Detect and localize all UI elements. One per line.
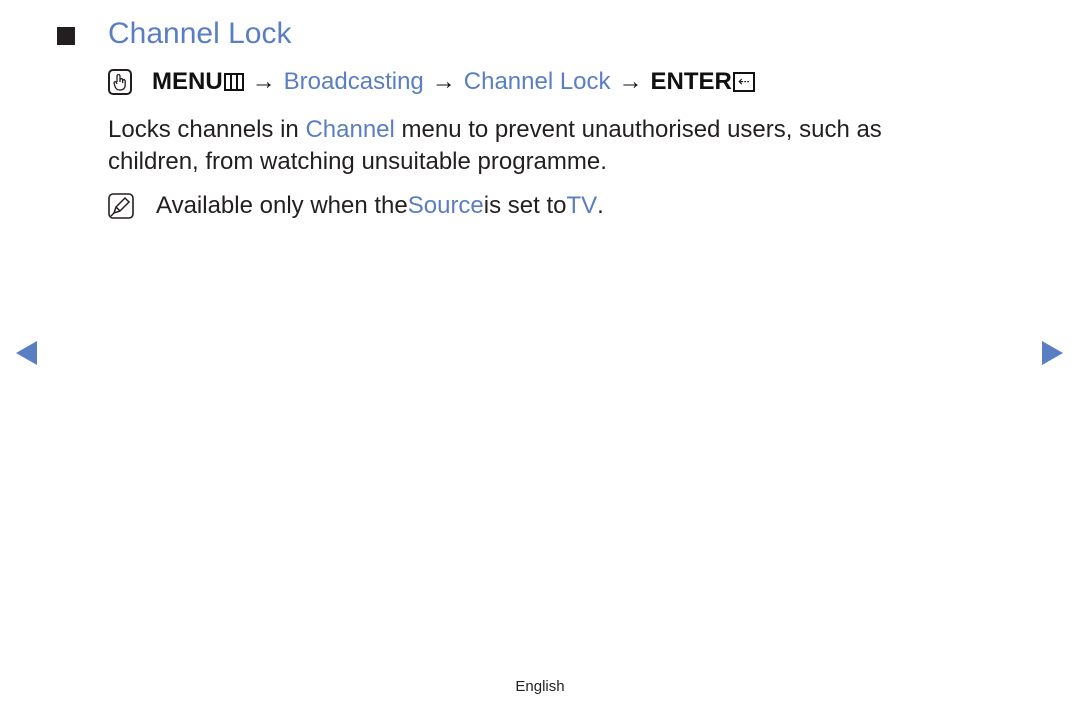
note-pencil-icon (108, 193, 134, 219)
menu-path-broadcasting: Broadcasting (283, 68, 424, 95)
path-arrow: → (618, 68, 643, 95)
note-text: . (597, 192, 604, 219)
note: Available only when the Source is set to… (108, 190, 604, 222)
menu-path: MENU → Broadcasting → Channel Lock → ENT… (108, 66, 755, 98)
menu-path-menu: MENU (152, 68, 223, 95)
source-term: Source (407, 192, 484, 219)
menu-path-enter: ENTER (650, 68, 732, 95)
description-part: Locks channels in (108, 116, 306, 143)
triangle-right-icon[interactable] (1042, 341, 1063, 365)
note-text: is set to (483, 192, 567, 219)
note-text: Available only when the (156, 192, 408, 219)
triangle-left-icon[interactable] (16, 341, 37, 365)
menu-button-icon (223, 73, 244, 91)
on-screen-manual-icon (108, 69, 132, 95)
enter-button-icon: ⇠ (732, 72, 755, 92)
channel-term: Channel (305, 116, 395, 143)
section-bullet-square (57, 27, 75, 45)
footer-language: English (515, 678, 565, 695)
page-title: Channel Lock (108, 17, 292, 50)
tv-term: TV (566, 192, 598, 219)
path-arrow: → (431, 68, 456, 95)
path-arrow: → (251, 68, 276, 95)
description-text: Locks channels in Channel menu to preven… (108, 114, 968, 178)
menu-path-channel-lock: Channel Lock (463, 68, 611, 95)
